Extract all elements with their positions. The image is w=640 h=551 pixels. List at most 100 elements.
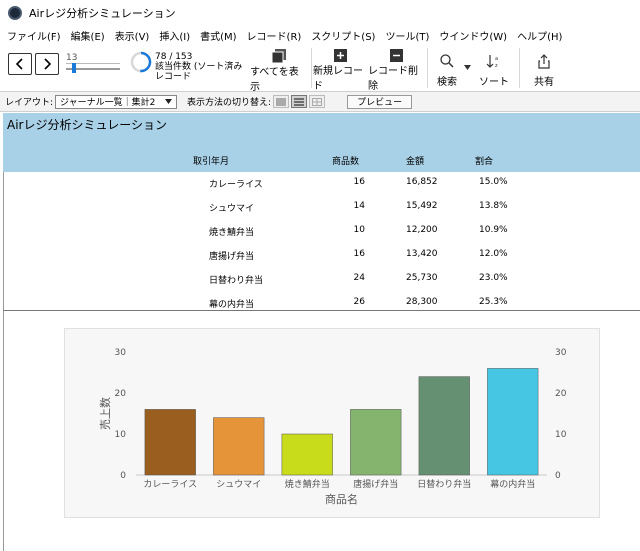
menu-scripts[interactable]: スクリプト(S) — [306, 28, 380, 43]
sales-chart-panel: 0 0 10 10 20 20 30 30 カレーライス シュウマイ 焼き鯖弁当 唐揚げ弁当 日替わり弁… — [64, 328, 600, 518]
table-row[interactable]: 幕の内弁当 26 28,300 25.3% — [3, 292, 640, 316]
row-item-name: 焼き鯖弁当 — [209, 228, 255, 238]
view-as-list-button[interactable] — [291, 95, 308, 108]
y-tick-label: 10 — [115, 430, 127, 440]
row-ratio: 23.0% — [479, 273, 508, 283]
bar — [350, 409, 402, 476]
find-dropdown-button[interactable] — [461, 49, 473, 89]
x-tick-label: シュウマイ — [216, 479, 261, 490]
table-row[interactable]: 焼き鯖弁当 10 12,200 10.9% — [3, 220, 640, 244]
next-record-button[interactable] — [35, 53, 59, 75]
svg-text:a: a — [495, 56, 498, 62]
x-tick-label: 焼き鯖弁当 — [285, 478, 330, 490]
layout-bar: レイアウト: ジャーナル一覧｜集計2 表示方法の切り替え: プレビュー — [0, 92, 640, 112]
menu-file[interactable]: ファイル(F) — [0, 28, 66, 43]
menu-insert[interactable]: 挿入(I) — [154, 28, 195, 43]
caret-down-icon — [165, 99, 173, 104]
row-item-name: カレーライス — [209, 180, 263, 190]
menu-edit[interactable]: 編集(E) — [66, 28, 110, 43]
new-record-button[interactable]: 新規レコード — [313, 49, 367, 92]
search-icon — [440, 54, 454, 68]
table-view-icon — [312, 97, 323, 106]
caret-down-icon — [463, 64, 471, 70]
delete-record-label: レコード削除 — [368, 66, 418, 92]
row-ratio: 10.9% — [479, 225, 508, 235]
view-as-form-button[interactable] — [273, 95, 290, 108]
x-axis-title: 商品名 — [325, 492, 358, 506]
chevron-right-icon — [44, 58, 52, 70]
record-label: レコード — [155, 72, 192, 82]
row-qty: 14 — [353, 201, 365, 211]
title-bar: Airレジ分析シミュレーション — [0, 0, 640, 26]
stack-icon — [272, 49, 286, 63]
row-item-name: シュウマイ — [209, 204, 255, 214]
show-all-label: すべてを表示 — [250, 67, 299, 93]
sort-button[interactable]: az ソート — [478, 49, 510, 89]
x-tick-label: 幕の内弁当 — [490, 478, 535, 490]
list-view-icon — [294, 97, 305, 106]
x-tick-label: 日替わり弁当 — [417, 478, 471, 490]
y-tick-label: 20 — [115, 389, 127, 399]
row-amount: 13,420 — [406, 249, 438, 259]
row-qty: 10 — [353, 225, 365, 235]
view-as-label: 表示方法の切り替え: — [187, 98, 272, 108]
row-item-name: 幕の内弁当 — [209, 300, 255, 310]
row-qty: 24 — [353, 273, 365, 283]
form-view-icon — [276, 97, 287, 106]
layout-select[interactable]: ジャーナル一覧｜集計2 — [55, 94, 178, 109]
row-amount: 16,852 — [406, 177, 438, 187]
row-amount: 12,200 — [406, 225, 438, 235]
menu-view[interactable]: 表示(V) — [110, 28, 155, 43]
row-item-name: 日替わり弁当 — [209, 276, 264, 286]
bar — [213, 417, 265, 476]
delete-record-button[interactable]: レコード削除 — [368, 49, 424, 92]
row-ratio: 12.0% — [479, 249, 508, 259]
table-row[interactable]: 日替わり弁当 24 25,730 23.0% — [3, 268, 640, 292]
menu-records[interactable]: レコード(R) — [242, 28, 307, 43]
column-header-date: 取引年月 — [193, 157, 230, 167]
report-header: Airレジ分析シミュレーション 取引年月 商品数 金額 割合 — [3, 113, 640, 172]
show-all-button[interactable]: すべてを表示 — [250, 49, 308, 93]
svg-text:z: z — [495, 63, 498, 68]
menu-format[interactable]: 書式(M) — [195, 28, 241, 43]
menu-tools[interactable]: ツール(T) — [380, 28, 434, 43]
table-row[interactable]: シュウマイ 14 15,492 13.8% — [3, 196, 640, 220]
previous-record-button[interactable] — [8, 53, 32, 75]
row-qty: 16 — [353, 249, 365, 259]
bar — [281, 433, 333, 476]
share-button[interactable]: 共有 — [528, 49, 560, 89]
row-qty: 16 — [353, 177, 365, 187]
report-title: Airレジ分析シミュレーション — [7, 118, 167, 132]
row-amount: 28,300 — [406, 297, 438, 307]
y2-tick-label: 10 — [555, 430, 567, 440]
record-slider-thumb[interactable] — [72, 63, 76, 73]
window-title: Airレジ分析シミュレーション — [29, 7, 176, 20]
row-ratio: 25.3% — [479, 297, 508, 307]
find-button[interactable]: 検索 — [430, 49, 464, 89]
found-count: 78 / 153 — [155, 52, 193, 62]
bar — [487, 368, 539, 476]
row-amount: 15,492 — [406, 201, 438, 211]
bar — [144, 409, 196, 476]
share-icon — [538, 53, 550, 69]
preview-button[interactable]: プレビュー — [347, 94, 413, 109]
row-ratio: 15.0% — [479, 177, 508, 187]
table-row[interactable]: カレーライス 16 16,852 15.0% — [3, 172, 640, 196]
column-header-qty: 商品数 — [332, 157, 360, 167]
found-set-pie-icon — [130, 51, 152, 73]
summary-divider — [3, 310, 640, 311]
menu-help[interactable]: ヘルプ(H) — [512, 28, 567, 43]
y2-tick-label: 20 — [555, 389, 567, 399]
bar — [418, 376, 470, 476]
found-label: 該当件数 (ソート済み — [155, 62, 243, 72]
row-item-name: 唐揚げ弁当 — [209, 252, 255, 262]
layout-select-value: ジャーナル一覧｜集計2 — [60, 98, 156, 108]
menu-window[interactable]: ウインドウ(W) — [434, 28, 512, 43]
new-record-label: 新規レコード — [313, 66, 363, 92]
toolbar-separator — [427, 48, 428, 88]
column-header-amount: 金額 — [406, 157, 425, 167]
view-as-table-button[interactable] — [309, 95, 326, 108]
plus-icon — [333, 49, 347, 62]
menu-bar: ファイル(F) 編集(E) 表示(V) 挿入(I) 書式(M) レコード(R) … — [0, 26, 640, 44]
table-row[interactable]: 唐揚げ弁当 16 13,420 12.0% — [3, 244, 640, 268]
